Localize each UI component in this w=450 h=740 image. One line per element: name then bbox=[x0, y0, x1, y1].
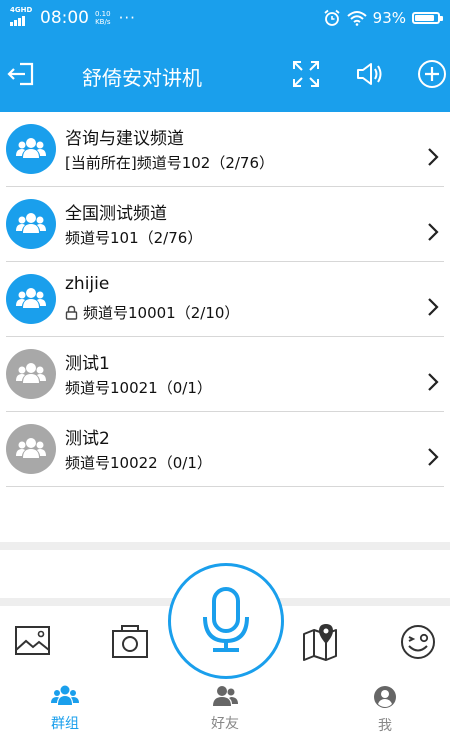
channel-name: 全国测试频道 bbox=[65, 204, 167, 224]
network-speed-value: 0.10 bbox=[95, 10, 111, 18]
group-avatar-icon bbox=[6, 424, 56, 474]
microphone-icon bbox=[203, 587, 249, 652]
channel-info: 频道号10022（0/1） bbox=[65, 454, 212, 472]
channel-item[interactable]: zhijie 频道号10001（2/10） bbox=[6, 262, 444, 337]
channel-info: 频道号101（2/76） bbox=[65, 229, 203, 247]
chevron-right-icon bbox=[428, 298, 439, 316]
group-avatar-icon bbox=[6, 199, 56, 249]
divider-band bbox=[0, 542, 450, 550]
channel-name: 测试1 bbox=[65, 354, 110, 374]
channel-info: 频道号10001（2/10） bbox=[83, 304, 240, 322]
fullscreen-icon[interactable] bbox=[290, 58, 322, 90]
channel-name: zhijie bbox=[65, 274, 110, 294]
map-location-icon[interactable] bbox=[300, 622, 340, 662]
network-speed: 0.10 KB/s bbox=[95, 10, 111, 26]
chevron-right-icon bbox=[428, 148, 439, 166]
nav-label-groups: 群组 bbox=[51, 716, 79, 732]
chevron-right-icon bbox=[428, 373, 439, 391]
channel-name: 咨询与建议频道 bbox=[65, 129, 184, 149]
channel-info: [当前所在]频道号102（2/76） bbox=[65, 154, 275, 172]
channel-list: 咨询与建议频道 [当前所在]频道号102（2/76） 全国测试频道 频道号101… bbox=[0, 112, 450, 487]
alarm-icon bbox=[324, 9, 340, 26]
signal-icon: 4GHD bbox=[10, 6, 33, 27]
bottom-nav: 群组 好友 我 bbox=[0, 685, 450, 740]
chevron-right-icon bbox=[428, 448, 439, 466]
channel-item[interactable]: 咨询与建议频道 [当前所在]频道号102（2/76） bbox=[6, 112, 444, 187]
emoji-wink-icon[interactable] bbox=[398, 622, 438, 662]
network-type: 4GHD bbox=[10, 6, 33, 14]
channel-info: 频道号10021（0/1） bbox=[65, 379, 212, 397]
chevron-right-icon bbox=[428, 223, 439, 241]
group-icon bbox=[51, 685, 79, 705]
channel-item[interactable]: 全国测试频道 频道号101（2/76） bbox=[6, 187, 444, 262]
exit-icon[interactable] bbox=[6, 58, 38, 90]
nav-label-me: 我 bbox=[378, 718, 392, 734]
nav-item-me[interactable]: 我 bbox=[335, 685, 435, 735]
push-to-talk-button[interactable] bbox=[168, 563, 284, 679]
app-header: 舒倚安对讲机 bbox=[0, 38, 450, 112]
battery-percent: 93% bbox=[372, 9, 406, 27]
group-avatar-icon bbox=[6, 349, 56, 399]
profile-icon bbox=[374, 686, 396, 708]
status-bar: 4GHD 08:00 0.10 KB/s ··· 93% bbox=[0, 0, 450, 38]
group-avatar-icon bbox=[6, 274, 56, 324]
add-icon[interactable] bbox=[416, 58, 448, 90]
nav-item-friends[interactable]: 好友 bbox=[175, 685, 275, 733]
lock-icon bbox=[65, 305, 78, 320]
friends-icon bbox=[213, 686, 238, 706]
page-title: 舒倚安对讲机 bbox=[82, 66, 202, 90]
speaker-icon[interactable] bbox=[354, 58, 386, 90]
wifi-icon bbox=[346, 11, 367, 26]
more-notifications-icon: ··· bbox=[118, 9, 136, 27]
network-speed-unit: KB/s bbox=[95, 18, 111, 26]
channel-item[interactable]: 测试1 频道号10021（0/1） bbox=[6, 337, 444, 412]
nav-item-groups[interactable]: 群组 bbox=[15, 685, 115, 733]
camera-icon[interactable] bbox=[110, 622, 150, 662]
nav-label-friends: 好友 bbox=[211, 716, 239, 732]
channel-item[interactable]: 测试2 频道号10022（0/1） bbox=[6, 412, 444, 487]
channel-name: 测试2 bbox=[65, 429, 110, 449]
battery-icon bbox=[412, 12, 443, 24]
group-avatar-icon bbox=[6, 124, 56, 174]
image-icon[interactable] bbox=[13, 622, 53, 662]
clock: 08:00 bbox=[40, 8, 89, 28]
